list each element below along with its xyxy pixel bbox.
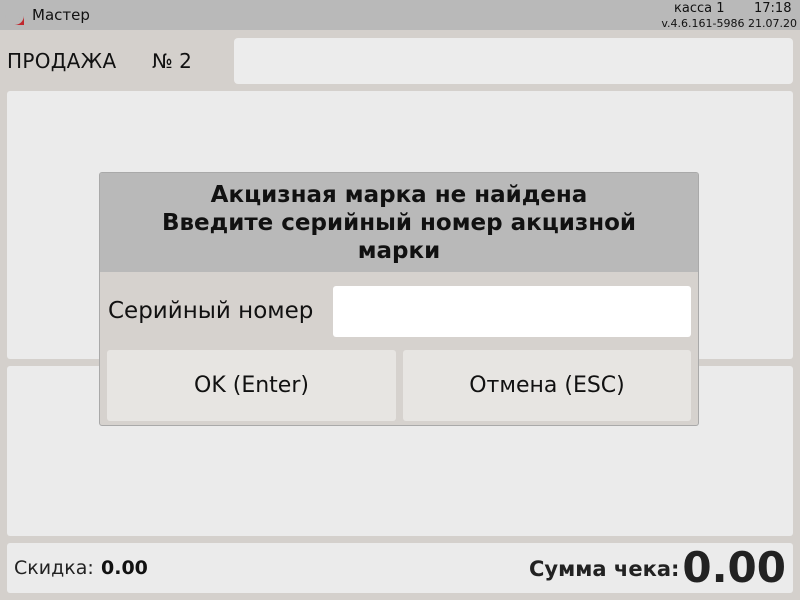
dialog-header: Акцизная марка не найдена Введите серийн… xyxy=(100,173,698,272)
receipt-number: № 2 xyxy=(152,49,192,73)
discount-value: 0.00 xyxy=(101,557,148,579)
discount-label: Скидка: xyxy=(14,557,94,579)
barcode-input-field[interactable] xyxy=(234,38,793,84)
app-logo-icon xyxy=(4,6,24,25)
receipt-total-value: 0.00 xyxy=(682,543,786,592)
serial-number-input[interactable] xyxy=(333,286,691,337)
cancel-button[interactable]: Отмена (ESC) xyxy=(403,350,691,421)
ok-button[interactable]: OK (Enter) xyxy=(107,350,396,421)
version-date: v.4.6.161-5986 21.07.20 xyxy=(661,17,797,30)
sale-mode-label: ПРОДАЖА xyxy=(7,49,117,73)
totals-bar: Скидка: 0.00 Сумма чека: 0.00 xyxy=(7,543,793,593)
app-name: Мастер xyxy=(32,6,90,24)
dialog-instruction-continued: марки xyxy=(357,238,441,264)
serial-number-label: Серийный номер xyxy=(108,298,314,324)
dialog-instruction: Введите серийный номер акцизной xyxy=(161,210,637,236)
receipt-total-label: Сумма чека: xyxy=(529,557,680,581)
excise-stamp-dialog: Акцизная марка не найдена Введите серийн… xyxy=(99,172,699,426)
register-label: касса 1 xyxy=(674,1,725,16)
clock: 17:18 xyxy=(754,1,792,16)
dialog-title: Акцизная марка не найдена xyxy=(210,182,588,208)
title-bar: Мастер касса 1 17:18 v.4.6.161-5986 21.0… xyxy=(0,0,800,30)
